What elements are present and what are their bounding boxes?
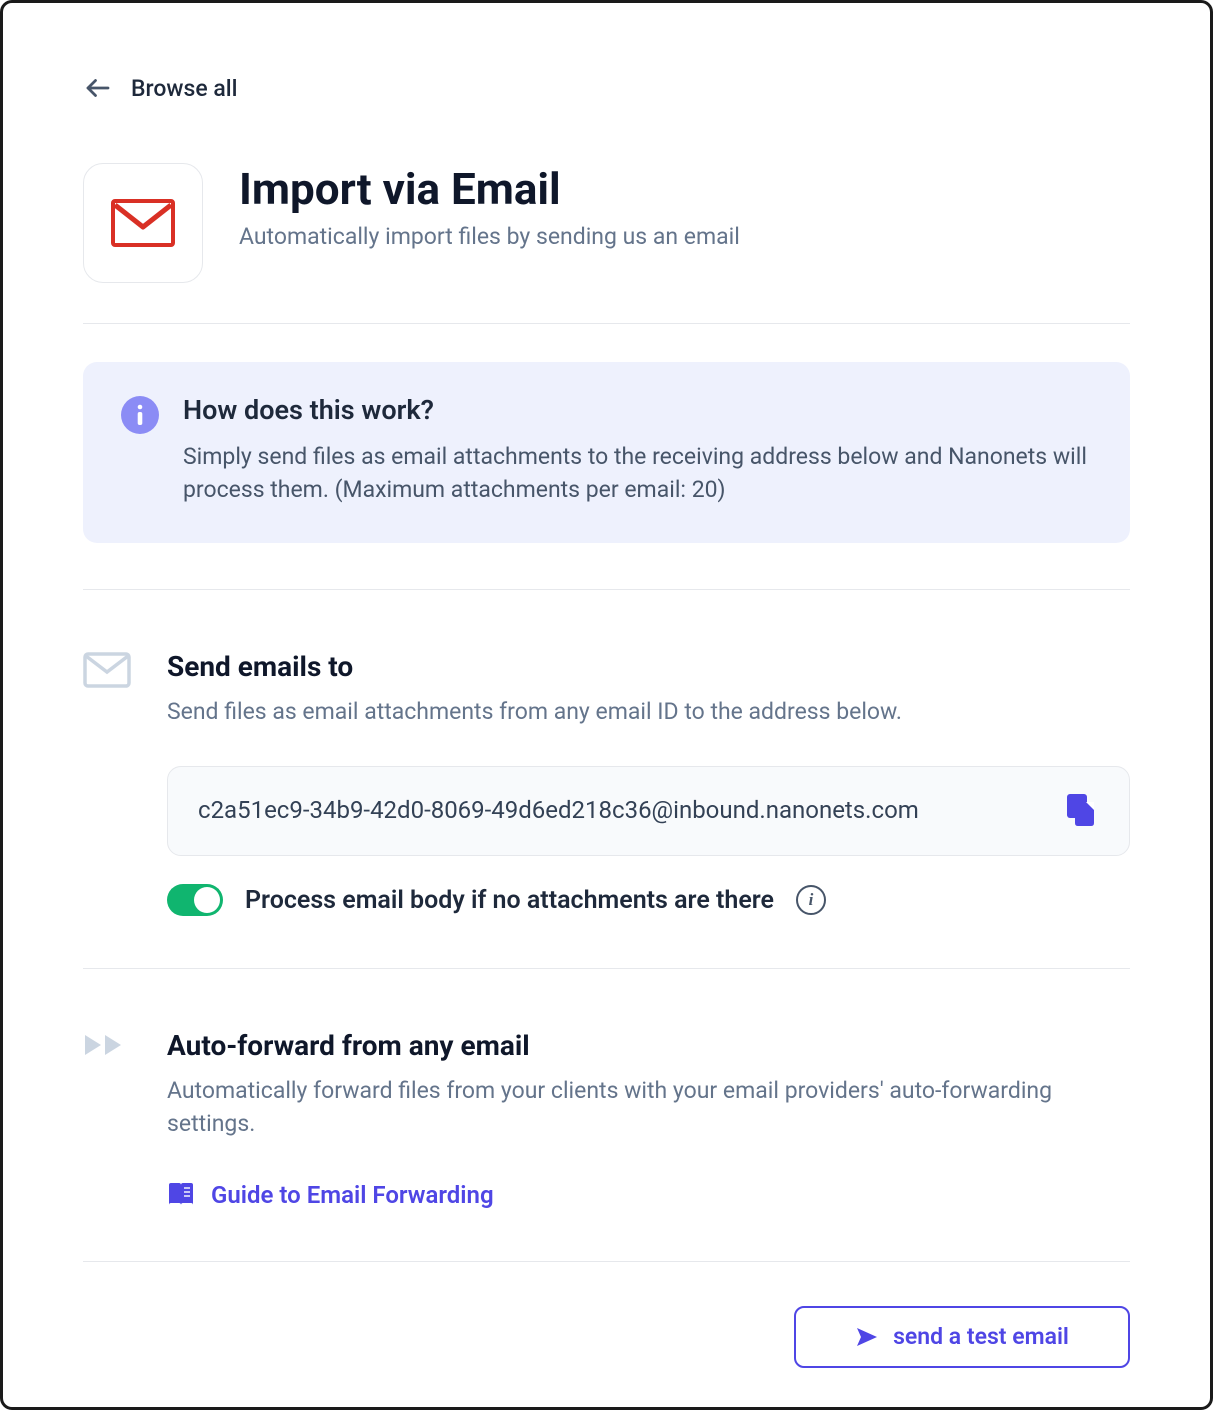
arrow-left-icon [83, 73, 113, 103]
forward-desc: Automatically forward files from your cl… [167, 1074, 1130, 1141]
test-email-label: send a test email [893, 1323, 1069, 1350]
page-title: Import via Email [239, 163, 740, 215]
send-icon [855, 1325, 879, 1349]
send-test-email-button[interactable]: send a test email [794, 1306, 1130, 1368]
copy-email-button[interactable] [1063, 791, 1099, 831]
email-address-box: c2a51ec9-34b9-42d0-8069-49d6ed218c36@inb… [167, 766, 1130, 856]
book-icon [167, 1182, 195, 1208]
guide-link[interactable]: Guide to Email Forwarding [167, 1181, 1130, 1209]
send-desc: Send files as email attachments from any… [167, 695, 1130, 728]
copy-icon [1063, 791, 1099, 827]
process-body-toggle-row: Process email body if no attachments are… [167, 884, 1130, 916]
envelope-icon [83, 652, 131, 688]
email-app-icon-box [83, 163, 203, 283]
send-emails-section: Send emails to Send files as email attac… [83, 590, 1130, 969]
info-title: How does this work? [183, 394, 1092, 426]
inbound-email-address: c2a51ec9-34b9-42d0-8069-49d6ed218c36@inb… [198, 794, 1043, 828]
guide-label: Guide to Email Forwarding [211, 1181, 494, 1209]
info-desc: Simply send files as email attachments t… [183, 440, 1092, 507]
info-icon [121, 396, 159, 434]
how-it-works-box: How does this work? Simply send files as… [83, 362, 1130, 543]
back-nav[interactable]: Browse all [83, 73, 1130, 103]
forward-title: Auto-forward from any email [167, 1029, 1130, 1062]
process-body-toggle[interactable] [167, 884, 223, 916]
send-title: Send emails to [167, 650, 1130, 683]
toggle-label: Process email body if no attachments are… [245, 886, 774, 915]
gmail-icon [111, 199, 175, 247]
back-label: Browse all [131, 75, 237, 102]
toggle-info-icon[interactable]: i [796, 885, 826, 915]
auto-forward-section: Auto-forward from any email Automaticall… [83, 969, 1130, 1262]
page-subtitle: Automatically import files by sending us… [239, 223, 740, 250]
page-header: Import via Email Automatically import fi… [83, 163, 1130, 324]
forward-icon [83, 1031, 131, 1059]
